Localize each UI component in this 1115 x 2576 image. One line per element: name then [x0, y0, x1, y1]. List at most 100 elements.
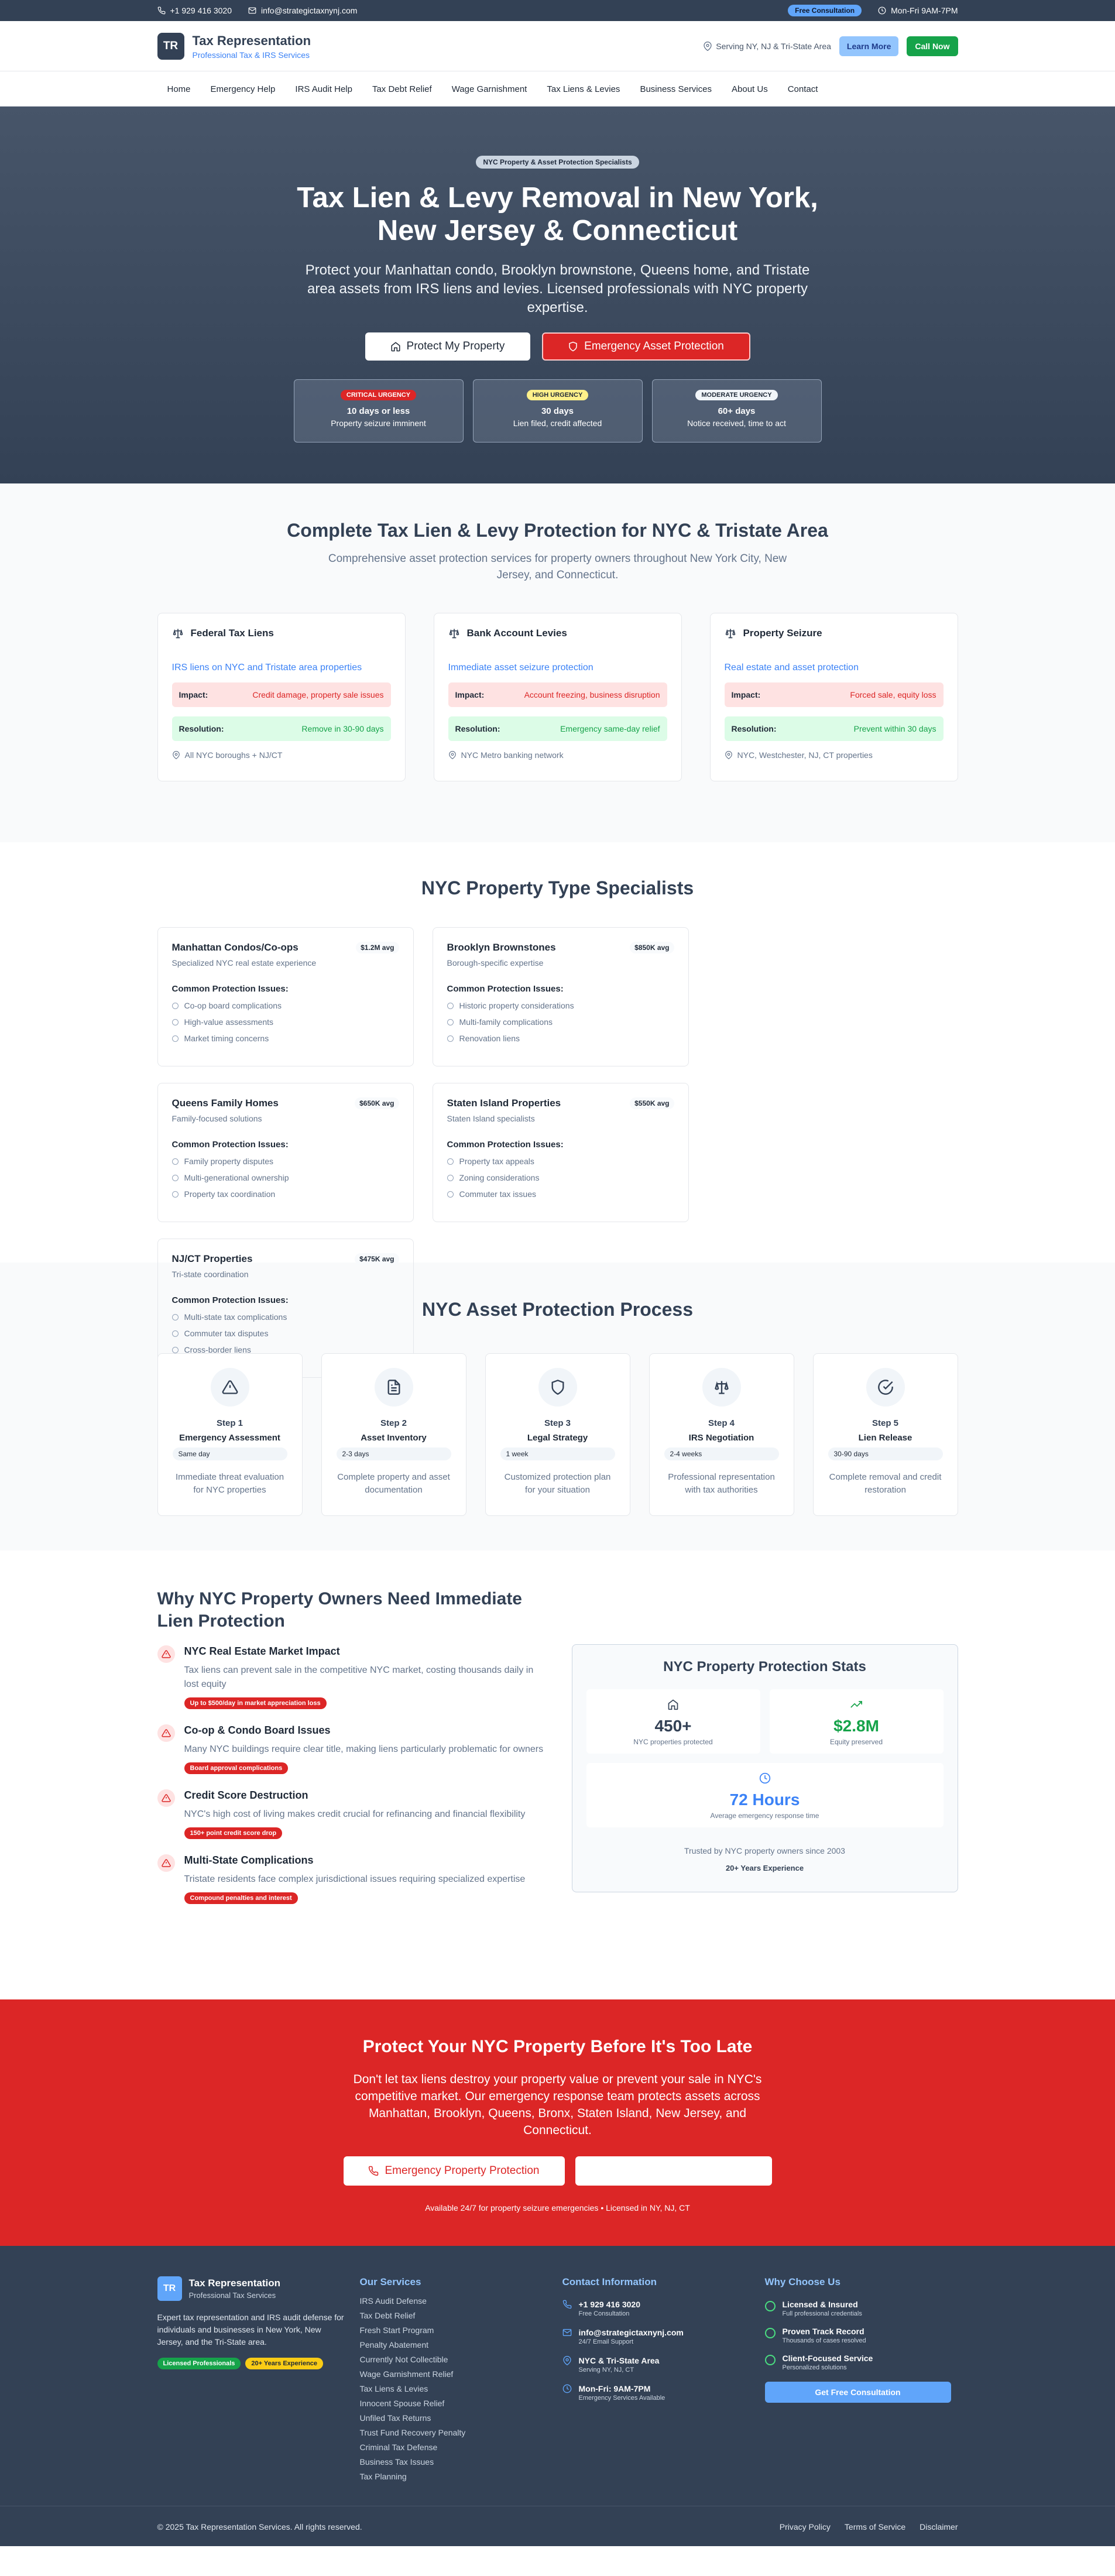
stat-value: 72 Hours — [729, 1790, 800, 1809]
issue-item: Zoning considerations — [447, 1173, 674, 1182]
footer-services-column: Our Services IRS Audit Defense Tax Debt R… — [360, 2276, 553, 2481]
step-description: Complete property and asset documentatio… — [337, 1472, 450, 1495]
emergency-asset-protection-button[interactable]: Emergency Asset Protection — [541, 332, 750, 361]
footer-service-link[interactable]: Wage Garnishment Relief — [360, 2369, 553, 2379]
footer-service-link[interactable]: Business Tax Issues — [360, 2457, 553, 2467]
scale-icon — [713, 1379, 730, 1395]
step-title: Emergency Assessment — [179, 1433, 280, 1443]
topbar-phone-text: +1 929 416 3020 — [170, 6, 232, 15]
why-item-badge: Compound penalties and interest — [184, 1892, 298, 1904]
free-consultation-badge[interactable]: Free Consultation — [788, 5, 862, 16]
scale-icon — [448, 627, 460, 639]
contact-sub: Serving NY, NJ, CT — [578, 2366, 634, 2373]
circle-icon — [171, 1191, 179, 1198]
why-choose-sub: Full professional credentials — [782, 2310, 862, 2317]
step-description: Professional representation with tax aut… — [668, 1472, 775, 1495]
circle-icon — [171, 1035, 179, 1042]
footer-contact-hours: Mon-Fri: 9AM-7PM Emergency Services Avail… — [562, 2384, 756, 2402]
trending-up-icon — [850, 1699, 862, 1710]
footer-service-link[interactable]: Criminal Tax Defense — [360, 2443, 553, 2452]
issue-item: Renovation liens — [447, 1034, 674, 1043]
nav-item-tax-debt-relief[interactable]: Tax Debt Relief — [362, 84, 442, 94]
issue-text: Zoning considerations — [459, 1173, 540, 1182]
nav-item-about-us[interactable]: About Us — [722, 84, 778, 94]
alert-triangle-icon — [161, 1728, 171, 1738]
nav-item-home[interactable]: Home — [157, 84, 201, 94]
nav-item-wage-garnishment[interactable]: Wage Garnishment — [442, 84, 537, 94]
shield-icon — [568, 341, 578, 352]
step-number: Step 1 — [216, 1418, 243, 1428]
nav-item-contact[interactable]: Contact — [778, 84, 828, 94]
emergency-property-protection-button[interactable]: Emergency Property Protection — [343, 2156, 565, 2186]
footer-service-link[interactable]: Unfiled Tax Returns — [360, 2413, 553, 2423]
document-icon — [386, 1379, 402, 1395]
topbar-phone[interactable]: +1 929 416 3020 — [157, 6, 232, 15]
footer-service-link[interactable]: Tax Planning — [360, 2472, 553, 2481]
issue-text: Market timing concerns — [184, 1034, 269, 1043]
footer-brand-column: TR Tax Representation Professional Tax S… — [157, 2276, 351, 2481]
protection-card-property-seizure: Property Seizure Real estate and asset p… — [709, 613, 958, 781]
nav-item-irs-audit-help[interactable]: IRS Audit Help — [285, 84, 362, 94]
main-nav: Home Emergency Help IRS Audit Help Tax D… — [0, 71, 1115, 107]
logo: TR — [157, 33, 184, 60]
mail-icon — [248, 6, 256, 15]
card-location: All NYC boroughs + NJ/CT — [172, 750, 391, 760]
get-free-consultation-button[interactable]: Get Free Consultation — [764, 2382, 951, 2403]
footer-service-link[interactable]: Trust Fund Recovery Penalty — [360, 2428, 553, 2437]
urgency-description: Lien filed, credit affected — [513, 419, 602, 428]
disclaimer-link[interactable]: Disclaimer — [920, 2522, 958, 2532]
terms-of-service-link[interactable]: Terms of Service — [845, 2522, 905, 2532]
mail-icon — [562, 2328, 572, 2345]
why-item-badge: Board approval complications — [184, 1762, 289, 1774]
topbar-email[interactable]: info@strategictaxnynj.com — [248, 6, 357, 15]
property-type-subtitle: Family-focused solutions — [171, 1114, 262, 1123]
property-type-card: Brooklyn Brownstones $850K avg Borough-spe… — [432, 927, 689, 1066]
stat-value: $2.8M — [833, 1717, 879, 1735]
hero-badge: NYC Property & Asset Protection Speciali… — [476, 156, 639, 169]
clock-icon — [759, 1772, 771, 1784]
cta-title: Protect Your NYC Property Before It's To… — [362, 2037, 753, 2056]
contact-main: info@strategictaxnynj.com — [578, 2328, 684, 2337]
footer-brand-sub: Professional Tax Services — [188, 2291, 276, 2300]
map-pin-icon — [703, 42, 712, 51]
footer-service-link[interactable]: IRS Audit Defense — [360, 2296, 553, 2306]
urgency-timeframe: 30 days — [541, 406, 574, 416]
brand-logo-link[interactable]: TR Tax Representation Professional Tax &… — [157, 33, 311, 60]
circle-icon — [171, 1174, 179, 1181]
issue-item: Commuter tax issues — [447, 1189, 674, 1199]
circle-icon — [447, 1018, 454, 1025]
footer-service-link[interactable]: Innocent Spouse Relief — [360, 2399, 553, 2408]
call-now-button[interactable]: Call Now — [907, 36, 958, 56]
protection-card-bank-account-levies: Bank Account Levies Immediate asset seiz… — [433, 613, 682, 781]
step-number: Step 4 — [708, 1418, 735, 1428]
step-description: Customized protection plan for your situ… — [504, 1472, 611, 1495]
nav-item-tax-liens-levies[interactable]: Tax Liens & Levies — [537, 84, 630, 94]
footer-service-link[interactable]: Fresh Start Program — [360, 2325, 553, 2335]
urgency-card-critical: CRITICAL URGENCY 10 days or less Propert… — [293, 379, 464, 443]
footer-service-link[interactable]: Tax Liens & Levies — [360, 2384, 553, 2393]
why-choose-title: Proven Track Record — [782, 2327, 864, 2336]
nav-item-emergency-help[interactable]: Emergency Help — [201, 84, 286, 94]
emergency-property-protection-label: Emergency Property Protection — [385, 2165, 540, 2177]
step-duration: 30-90 days — [828, 1448, 943, 1460]
protection-card-federal-tax-liens: Federal Tax Liens IRS liens on NYC and T… — [157, 613, 406, 781]
nav-item-business-services[interactable]: Business Services — [630, 84, 722, 94]
step-description: Complete removal and credit restoration — [829, 1472, 942, 1495]
footer-contact-email[interactable]: info@strategictaxnynj.com 24/7 Email Supp… — [562, 2328, 756, 2345]
process-steps: Step 1 Emergency Assessment Same day Imm… — [157, 1353, 958, 1516]
resolution-label: Resolution: — [179, 724, 224, 733]
why-title: Why NYC Property Owners Need Immediate L… — [157, 1589, 523, 1631]
footer-service-link[interactable]: Tax Debt Relief — [360, 2311, 553, 2320]
impact-label: Impact: — [179, 690, 208, 699]
protect-my-property-button[interactable]: Protect My Property — [365, 332, 530, 361]
why-item-title: Multi-State Complications — [184, 1854, 314, 1866]
privacy-policy-link[interactable]: Privacy Policy — [780, 2522, 831, 2532]
property-type-title: NJ/CT Properties — [171, 1253, 253, 1264]
step-number: Step 3 — [544, 1418, 571, 1428]
secondary-cta-button[interactable] — [575, 2156, 772, 2186]
footer-service-link[interactable]: Currently Not Collectible — [360, 2355, 553, 2364]
learn-more-button[interactable]: Learn More — [839, 36, 899, 56]
step-duration: 2-3 days — [336, 1448, 451, 1460]
footer-contact-phone[interactable]: +1 929 416 3020 Free Consultation — [562, 2300, 756, 2317]
footer-service-link[interactable]: Penalty Abatement — [360, 2340, 553, 2349]
